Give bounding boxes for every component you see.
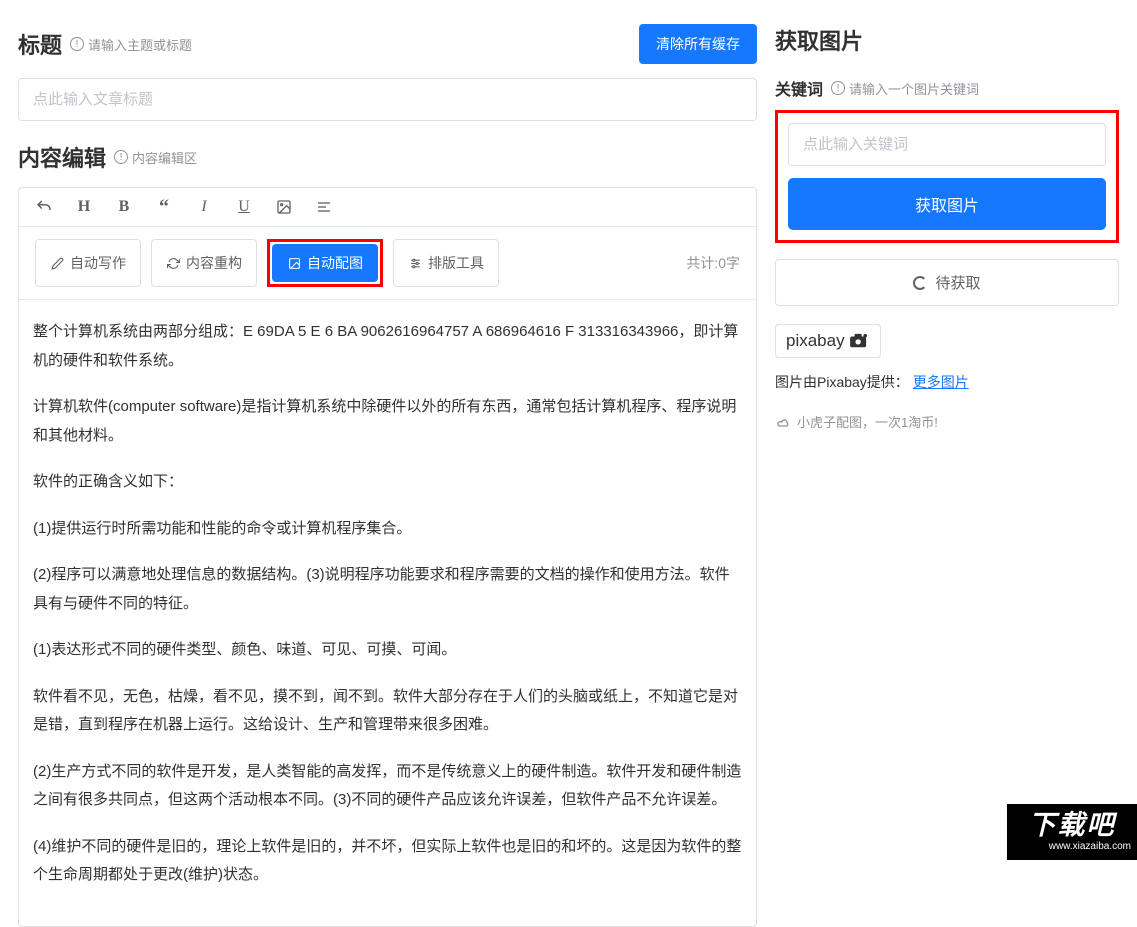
- side-panel: 获取图片 关键词 ! 请输入一个图片关键词 获取图片 待获取 pixabay 图…: [775, 0, 1137, 927]
- pending-button[interactable]: 待获取: [775, 259, 1119, 306]
- layout-tool-button[interactable]: 排版工具: [393, 239, 499, 287]
- cloud-icon: [775, 416, 791, 428]
- content-section-header: 内容编辑 ! 内容编辑区: [18, 141, 757, 173]
- highlight-auto-image: 自动配图: [267, 239, 383, 287]
- pencil-icon: [50, 256, 64, 270]
- title-section-header: 标题 ! 请输入主题或标题 清除所有缓存: [18, 24, 757, 64]
- auto-image-button[interactable]: 自动配图: [272, 244, 378, 282]
- italic-icon[interactable]: I: [195, 198, 213, 216]
- content-paragraph: (1)提供运行时所需功能和性能的命令或计算机程序集合。: [33, 515, 742, 544]
- editor: H B “ I U 自动写作: [18, 187, 757, 927]
- quote-icon[interactable]: “: [155, 198, 173, 216]
- keyword-input[interactable]: [788, 123, 1106, 166]
- side-title: 获取图片: [775, 24, 1119, 56]
- main-panel: 标题 ! 请输入主题或标题 清除所有缓存 内容编辑 ! 内容编辑区 H: [0, 0, 775, 927]
- footer-tip: 小虎子配图，一次1淘币!: [775, 412, 1119, 431]
- formatting-toolbar: H B “ I U: [19, 188, 756, 227]
- highlight-keyword-box: 获取图片: [775, 110, 1119, 243]
- auto-write-button[interactable]: 自动写作: [35, 239, 141, 287]
- content-hint: ! 内容编辑区: [114, 148, 197, 167]
- reorganize-button[interactable]: 内容重构: [151, 239, 257, 287]
- keyword-label: 关键词: [775, 76, 823, 100]
- content-paragraph: 软件看不见，无色，枯燥，看不见，摸不到，闻不到。软件大部分存在于人们的头脑或纸上…: [33, 683, 742, 740]
- info-icon: !: [831, 81, 845, 95]
- title-input[interactable]: [18, 78, 757, 121]
- refresh-icon: [166, 256, 180, 270]
- spinner-icon: [913, 276, 927, 290]
- keyword-hint: ! 请输入一个图片关键词: [831, 79, 979, 98]
- editor-content[interactable]: 整个计算机系统由两部分组成：E 69DA 5 E 6 BA 9062616964…: [19, 300, 756, 926]
- content-paragraph: 整个计算机系统由两部分组成：E 69DA 5 E 6 BA 9062616964…: [33, 318, 742, 375]
- bold-icon[interactable]: B: [115, 198, 133, 216]
- image-icon[interactable]: [275, 198, 293, 216]
- content-paragraph: 计算机软件(computer software)是指计算机系统中除硬件以外的所有…: [33, 393, 742, 450]
- content-label: 内容编辑: [18, 141, 106, 173]
- credit-text: 图片由Pixabay提供： 更多图片: [775, 372, 1119, 392]
- fetch-image-button[interactable]: 获取图片: [788, 178, 1106, 230]
- clear-cache-button[interactable]: 清除所有缓存: [639, 24, 757, 64]
- watermark: 下载吧 www.xiazaiba.com: [1007, 804, 1137, 860]
- picture-icon: [287, 256, 301, 270]
- content-paragraph: (2)程序可以满意地处理信息的数据结构。(3)说明程序功能要求和程序需要的文档的…: [33, 561, 742, 618]
- heading-icon[interactable]: H: [75, 198, 93, 216]
- title-label: 标题: [18, 28, 62, 60]
- underline-icon[interactable]: U: [235, 198, 253, 216]
- camera-icon: [848, 333, 870, 349]
- align-left-icon[interactable]: [315, 198, 333, 216]
- content-paragraph: (2)生产方式不同的软件是开发，是人类智能的高发挥，而不是传统意义上的硬件制造。…: [33, 758, 742, 815]
- word-count: 共计:0字: [686, 253, 740, 273]
- actions-toolbar: 自动写作 内容重构 自动配图: [19, 227, 756, 300]
- title-hint: ! 请输入主题或标题: [70, 35, 192, 54]
- pixabay-logo: pixabay: [775, 324, 881, 358]
- more-images-link[interactable]: 更多图片: [913, 374, 969, 390]
- undo-icon[interactable]: [35, 198, 53, 216]
- settings-icon: [408, 256, 422, 270]
- content-paragraph: 软件的正确含义如下：: [33, 468, 742, 497]
- content-paragraph: (4)维护不同的硬件是旧的，理论上软件是旧的，并不坏，但实际上软件也是旧的和坏的…: [33, 833, 742, 890]
- info-icon: !: [70, 37, 84, 51]
- keyword-header: 关键词 ! 请输入一个图片关键词: [775, 76, 1119, 100]
- content-paragraph: (1)表达形式不同的硬件类型、颜色、味道、可见、可摸、可闻。: [33, 636, 742, 665]
- info-icon: !: [114, 150, 128, 164]
